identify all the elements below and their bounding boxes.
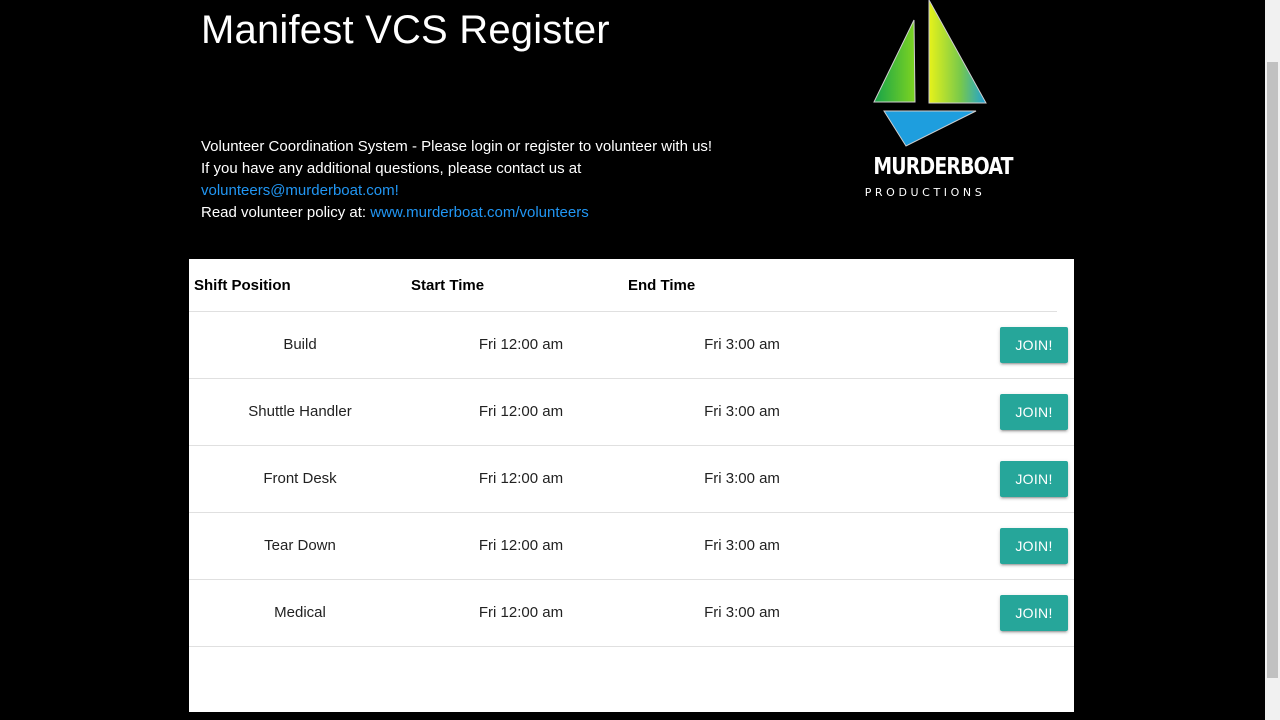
intro-line-contact: If you have any additional questions, pl… [201,160,582,177]
shift-end-time: Fri 3:00 am [704,470,780,487]
policy-link[interactable]: www.murderboat.com/volunteers [370,204,588,221]
shift-position: Medical [274,604,326,621]
intro-text: Volunteer Coordination System - Please l… [201,136,761,224]
shift-end-time: Fri 3:00 am [704,537,780,554]
scrollbar-thumb[interactable] [1267,62,1278,678]
shift-end-time: Fri 3:00 am [704,403,780,420]
header-start-time: Start Time [411,277,485,294]
shift-start-time: Fri 12:00 am [478,470,564,487]
page-title: Manifest VCS Register [201,8,610,52]
table-header: Shift Position Start Time End Time [189,259,1057,312]
join-button[interactable]: JOIN! [1000,461,1068,497]
logo-subtitle: PRODUCTIONS [864,186,986,199]
table-row: Tear Down Fri 12:00 am Fri 3:00 am JOIN! [189,513,1074,580]
table-row: Medical Fri 12:00 am Fri 3:00 am JOIN! [189,580,1074,647]
join-button[interactable]: JOIN! [1000,394,1068,430]
shift-end-time: Fri 3:00 am [704,604,780,621]
shift-position: Shuttle Handler [248,403,352,420]
join-button[interactable]: JOIN! [1000,595,1068,631]
shift-position: Build [283,336,317,353]
table-row: Shuttle Handler Fri 12:00 am Fri 3:00 am… [189,379,1074,446]
table-row: Build Fri 12:00 am Fri 3:00 am JOIN! [189,312,1074,379]
join-button[interactable]: JOIN! [1000,528,1068,564]
shift-start-time: Fri 12:00 am [478,537,564,554]
shift-start-time: Fri 12:00 am [478,336,564,353]
shifts-table: Shift Position Start Time End Time Build… [189,259,1074,712]
page: Manifest VCS Register Volunteer Coordina… [0,0,1280,720]
join-button[interactable]: JOIN! [1000,327,1068,363]
policy-prefix: Read volunteer policy at: [201,204,367,221]
shift-end-time: Fri 3:00 am [704,336,780,353]
header-shift-position: Shift Position [194,277,291,294]
vertical-scrollbar[interactable] [1265,0,1280,720]
intro-line-description: Volunteer Coordination System - Please l… [201,138,713,155]
email-link[interactable]: volunteers@murderboat.com! [201,182,399,199]
header-end-time: End Time [628,277,696,294]
logo-wordmark: MURDERBOAT [873,154,1013,180]
shift-position: Tear Down [264,537,336,554]
murderboat-logo: MURDERBOAT PRODUCTIONS [862,0,1014,205]
shift-start-time: Fri 12:00 am [478,604,564,621]
shift-start-time: Fri 12:00 am [478,403,564,420]
table-row: Front Desk Fri 12:00 am Fri 3:00 am JOIN… [189,446,1074,513]
sailboat-logo-icon [873,0,987,147]
shift-position: Front Desk [263,470,337,487]
